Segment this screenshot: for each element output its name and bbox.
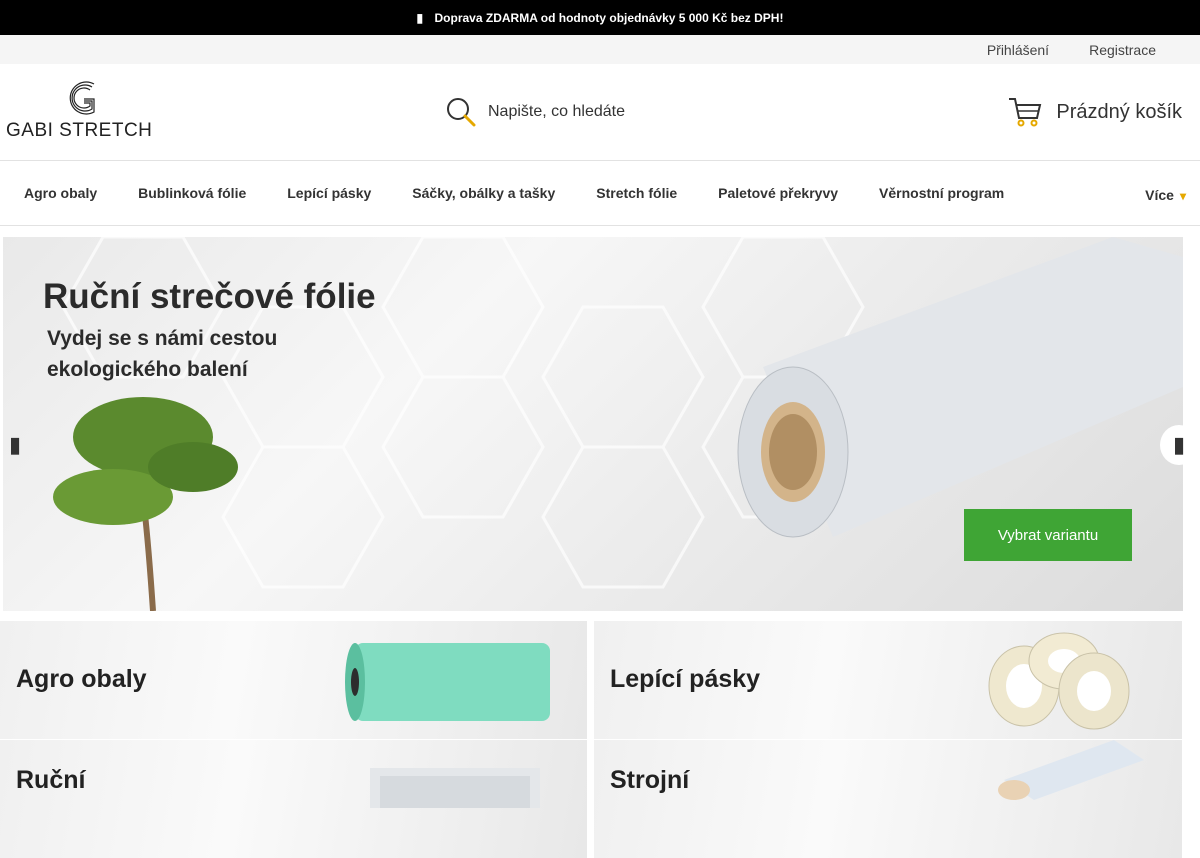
hero-banner[interactable]: Ruční strečové fólie Vydej se s námi ces… [3, 237, 1183, 611]
main-nav: Agro obaly Bublinková fólie Lepící pásky… [0, 161, 1200, 226]
hand-film-image [370, 768, 540, 808]
logo-mark-icon [69, 81, 95, 115]
login-link[interactable]: Přihlášení [987, 42, 1049, 58]
category-strojni[interactable]: Strojní [594, 740, 1182, 858]
nav-more-label: Více [1145, 187, 1174, 203]
cart-icon [1009, 98, 1042, 127]
nav-more[interactable]: Více ▾ [1145, 187, 1186, 203]
cart-label: Prázdný košík [1056, 100, 1182, 123]
nav-item-stretch-folie[interactable]: Stretch fólie [596, 185, 677, 201]
nav-item-lepici-pasky[interactable]: Lepící pásky [287, 185, 371, 201]
nav-item-agro-obaly[interactable]: Agro obaly [24, 185, 97, 201]
nav-item-paletove-prekryvy[interactable]: Paletové překryvy [718, 185, 838, 201]
search-icon [447, 98, 476, 127]
promo-bar: ▮ Doprava ZDARMA od hodnoty objednávky 5… [0, 0, 1200, 35]
nav-item-sacky[interactable]: Sáčky, obálky a tašky [412, 185, 555, 201]
carousel-prev-icon[interactable]: ▮ [0, 425, 30, 465]
select-variant-button[interactable]: Vybrat variantu [964, 509, 1132, 561]
category-label: Strojní [610, 766, 690, 794]
category-rucni[interactable]: Ruční [0, 740, 587, 858]
category-lepici-pasky[interactable]: Lepící pásky [594, 621, 1182, 739]
category-label: Lepící pásky [610, 665, 761, 693]
nav-item-vernostni-program[interactable]: Věrnostní program [879, 185, 1004, 201]
hero-title: Ruční strečové fólie [43, 277, 376, 316]
info-icon: ▮ [416, 10, 424, 25]
register-link[interactable]: Registrace [1089, 42, 1156, 58]
agro-roll-image [345, 643, 550, 721]
tape-rolls-image [988, 632, 1130, 730]
tree-illustration [53, 397, 238, 611]
hero-subtitle: Vydej se s námi cestou ekologického bale… [47, 327, 278, 381]
machine-film-image [998, 740, 1144, 800]
chevron-down-icon: ▾ [1179, 189, 1186, 203]
search-box[interactable]: Napište, co hledáte [446, 97, 625, 127]
film-roll-illustration [737, 237, 1183, 538]
logo-text: GABI STRETCH [6, 120, 153, 141]
cart-button[interactable]: Prázdný košík [1008, 96, 1182, 128]
category-label: Agro obaly [16, 665, 147, 693]
user-bar: Přihlášení Registrace [0, 35, 1200, 64]
logo[interactable]: GABI STRETCH [6, 80, 156, 142]
category-agro-obaly[interactable]: Agro obaly [0, 621, 587, 739]
site-header: GABI STRETCH Napište, co hledáte Prázdný… [0, 64, 1200, 161]
carousel-next-icon[interactable]: ▮ [1160, 425, 1198, 465]
search-input[interactable]: Napište, co hledáte [488, 103, 625, 121]
nav-item-bublinkova-folie[interactable]: Bublinková fólie [138, 185, 246, 201]
category-label: Ruční [16, 766, 86, 794]
promo-text: Doprava ZDARMA od hodnoty objednávky 5 0… [434, 10, 784, 25]
